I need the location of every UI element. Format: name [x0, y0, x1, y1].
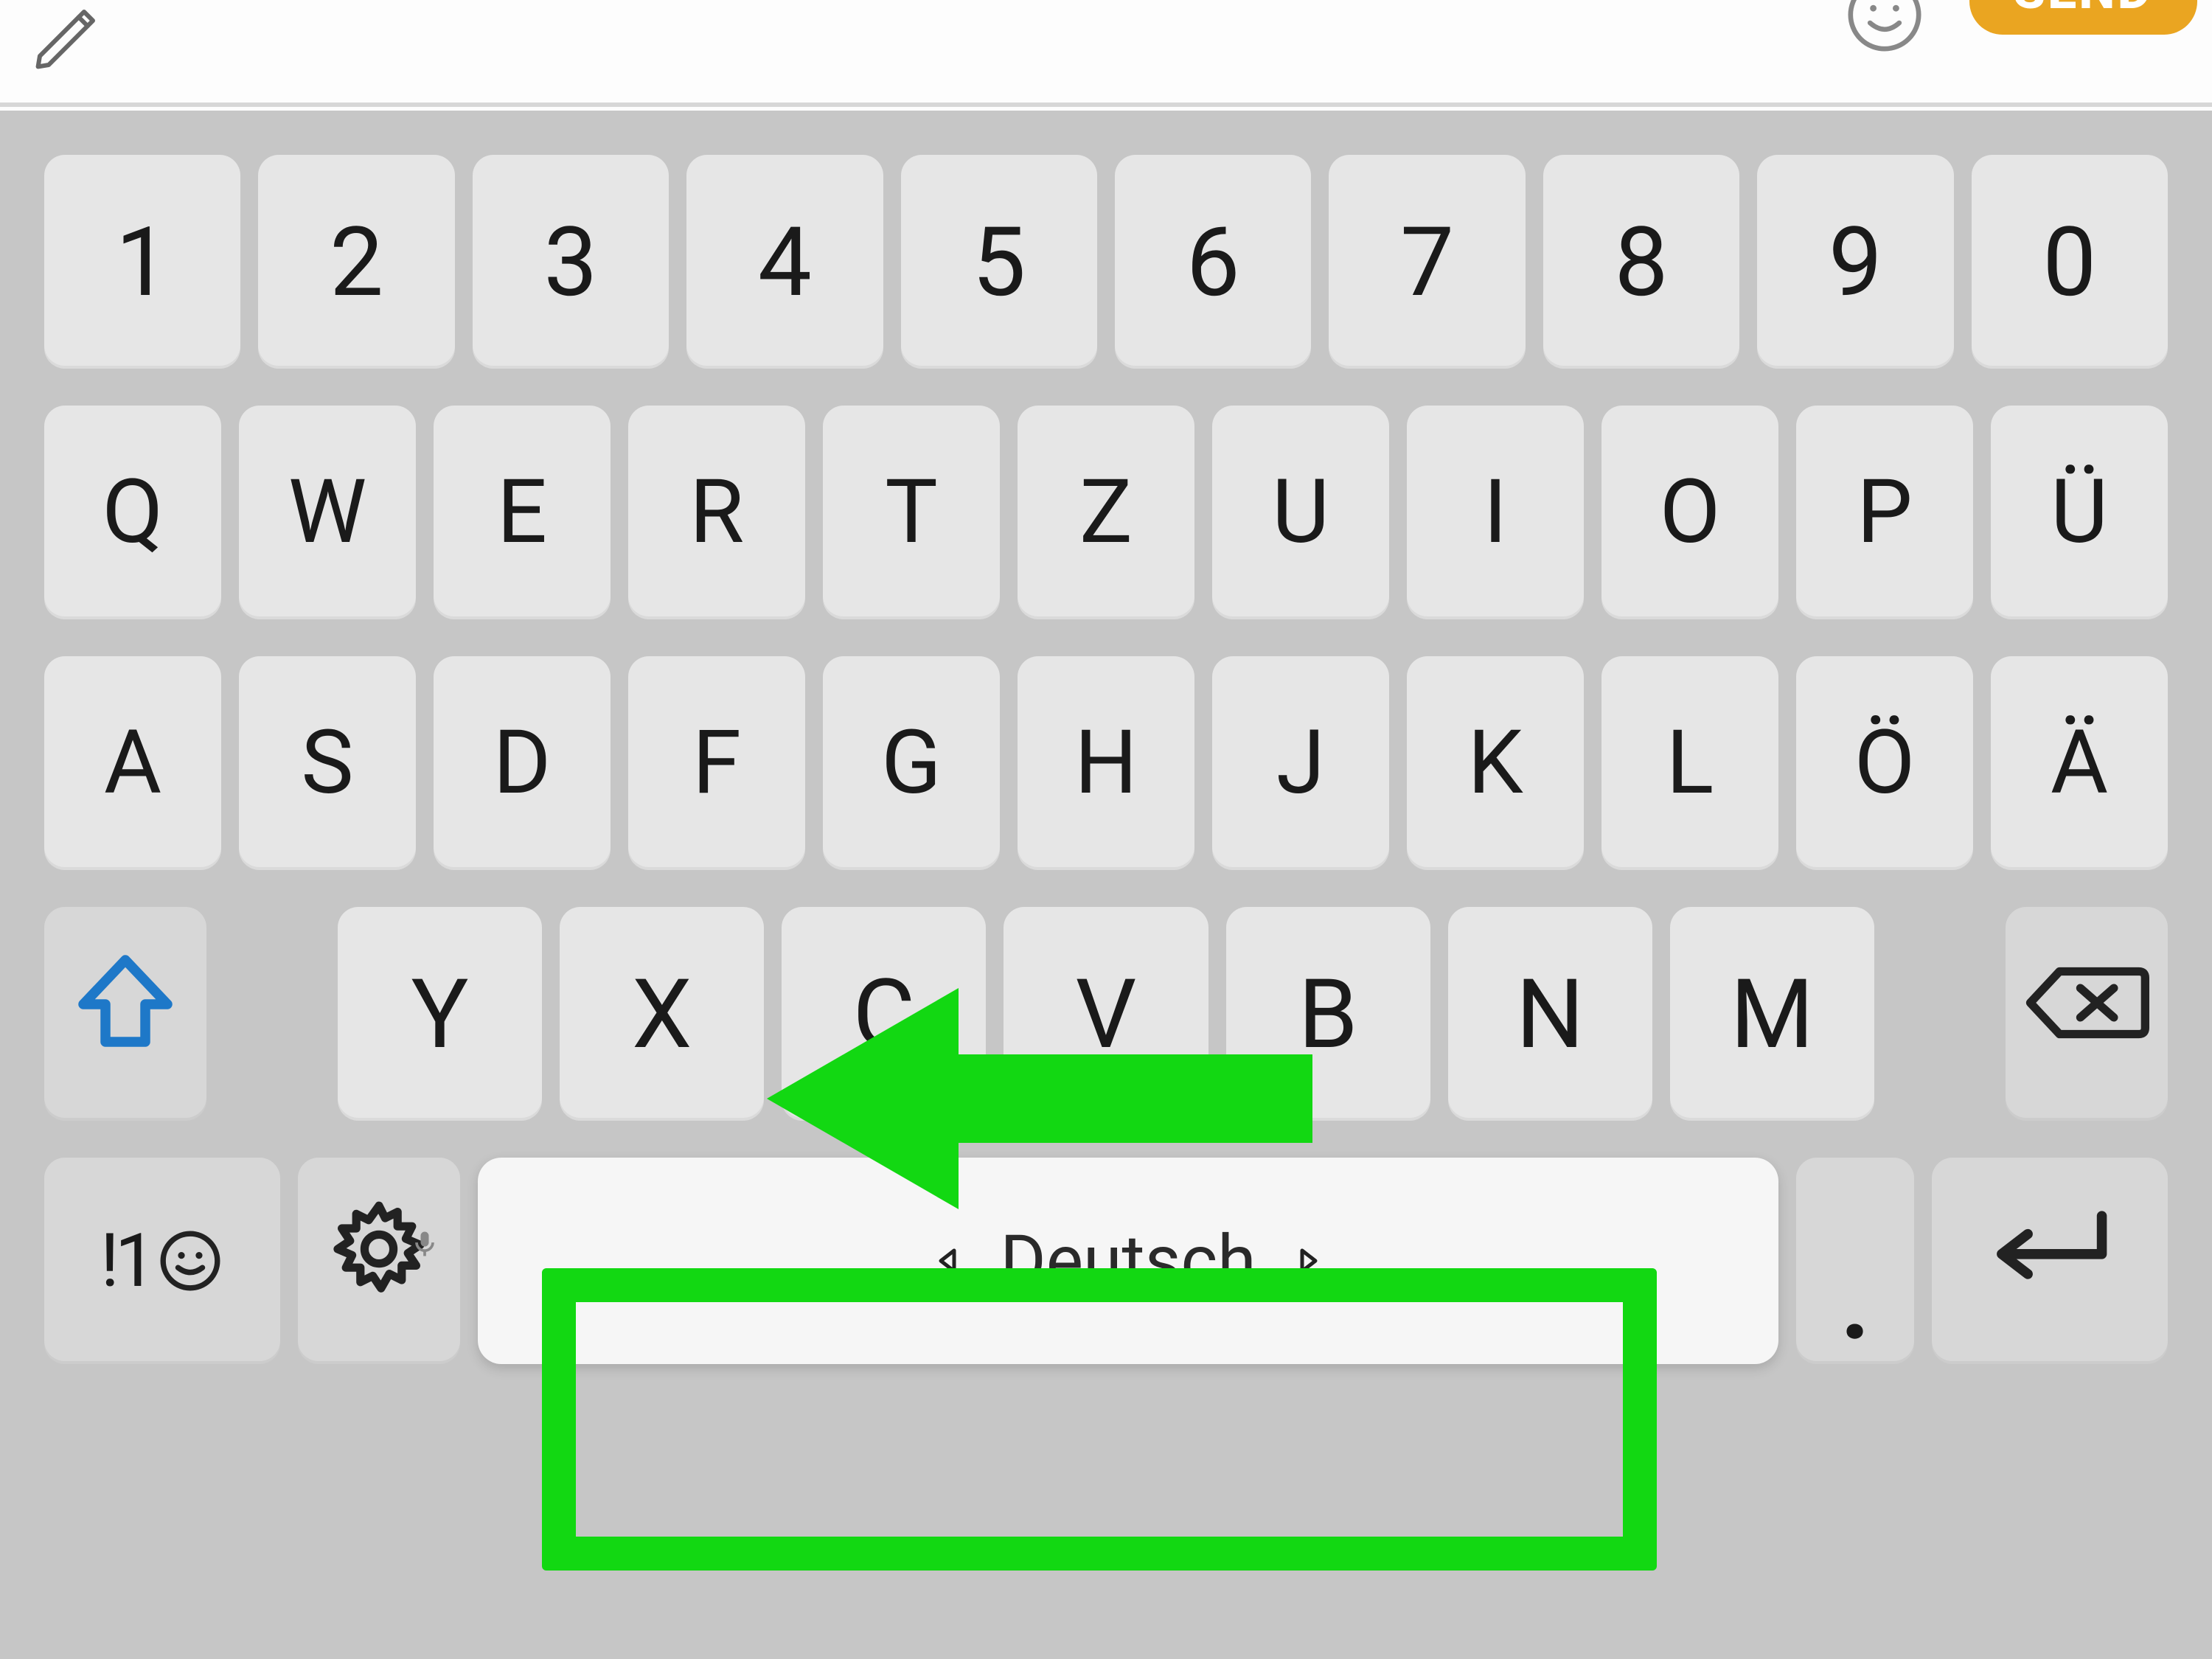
key-u-umlaut[interactable]: Ü: [1991, 406, 2168, 619]
key-g[interactable]: G: [823, 656, 1000, 870]
chevron-right-icon: [1293, 1246, 1323, 1276]
key-b[interactable]: B: [1226, 907, 1430, 1121]
key-5[interactable]: 5: [901, 155, 1097, 369]
symbols-key[interactable]: !1: [44, 1158, 280, 1364]
smiley-icon: [156, 1227, 224, 1295]
key-f[interactable]: F: [628, 656, 805, 870]
key-o-umlaut[interactable]: Ö: [1796, 656, 1973, 870]
key-a[interactable]: A: [44, 656, 221, 870]
key-r[interactable]: R: [628, 406, 805, 619]
key-n[interactable]: N: [1448, 907, 1652, 1121]
key-3[interactable]: 3: [473, 155, 669, 369]
key-i[interactable]: I: [1407, 406, 1584, 619]
key-q[interactable]: Q: [44, 406, 221, 619]
key-9[interactable]: 9: [1757, 155, 1953, 369]
key-x[interactable]: X: [560, 907, 764, 1121]
keyboard: 1 2 3 4 5 6 7 8 9 0 Q W E R T Z U I O P …: [0, 111, 2212, 1659]
key-h[interactable]: H: [1018, 656, 1194, 870]
mic-icon: [408, 1171, 441, 1284]
key-u[interactable]: U: [1212, 406, 1389, 619]
key-m[interactable]: M: [1670, 907, 1874, 1121]
key-y[interactable]: Y: [338, 907, 542, 1121]
period-label: .: [1841, 1249, 1870, 1362]
key-a-umlaut[interactable]: Ä: [1991, 656, 2168, 870]
qwertz-row: Q W E R T Z U I O P Ü: [0, 406, 2212, 619]
space-key[interactable]: Deutsch: [478, 1158, 1778, 1364]
space-language-label: Deutsch: [1000, 1220, 1256, 1302]
key-d[interactable]: D: [434, 656, 611, 870]
shift-key[interactable]: [44, 907, 206, 1121]
key-4[interactable]: 4: [686, 155, 883, 369]
asdf-row: A S D F G H J K L Ö Ä: [0, 656, 2212, 870]
key-o[interactable]: O: [1601, 406, 1778, 619]
settings-key[interactable]: [298, 1158, 460, 1364]
bottom-row: !1: [0, 1158, 2212, 1364]
key-t[interactable]: T: [823, 406, 1000, 619]
key-e[interactable]: E: [434, 406, 611, 619]
enter-icon: [1980, 1201, 2120, 1321]
key-k[interactable]: K: [1407, 656, 1584, 870]
message-input-bar: SEND: [0, 0, 2212, 107]
key-c[interactable]: C: [782, 907, 986, 1121]
key-2[interactable]: 2: [258, 155, 454, 369]
key-l[interactable]: L: [1601, 656, 1778, 870]
key-z[interactable]: Z: [1018, 406, 1194, 619]
backspace-icon: [2024, 958, 2149, 1071]
shift-icon: [70, 947, 181, 1081]
send-button-label: SEND: [2014, 0, 2153, 21]
key-v[interactable]: V: [1004, 907, 1208, 1121]
symbols-key-label: !1: [100, 1218, 224, 1304]
key-8[interactable]: 8: [1543, 155, 1739, 369]
period-key[interactable]: .: [1796, 1158, 1914, 1364]
key-1[interactable]: 1: [44, 155, 240, 369]
compose-icon[interactable]: [22, 0, 111, 59]
number-row: 1 2 3 4 5 6 7 8 9 0: [0, 155, 2212, 369]
key-p[interactable]: P: [1796, 406, 1973, 619]
enter-key[interactable]: [1932, 1158, 2168, 1364]
key-s[interactable]: S: [239, 656, 416, 870]
key-j[interactable]: J: [1212, 656, 1389, 870]
key-0[interactable]: 0: [1972, 155, 2168, 369]
send-button[interactable]: SEND: [1969, 0, 2197, 35]
screen: SEND 1 2 3 4 5 6 7 8 9 0 Q W E R T Z U I…: [0, 0, 2212, 1659]
shift-row: Y X C V B N M: [0, 907, 2212, 1121]
emoji-icon[interactable]: [1844, 0, 1925, 55]
backspace-key[interactable]: [2006, 907, 2168, 1121]
key-7[interactable]: 7: [1329, 155, 1525, 369]
chevron-left-icon: [933, 1246, 963, 1276]
key-6[interactable]: 6: [1115, 155, 1311, 369]
key-w[interactable]: W: [239, 406, 416, 619]
